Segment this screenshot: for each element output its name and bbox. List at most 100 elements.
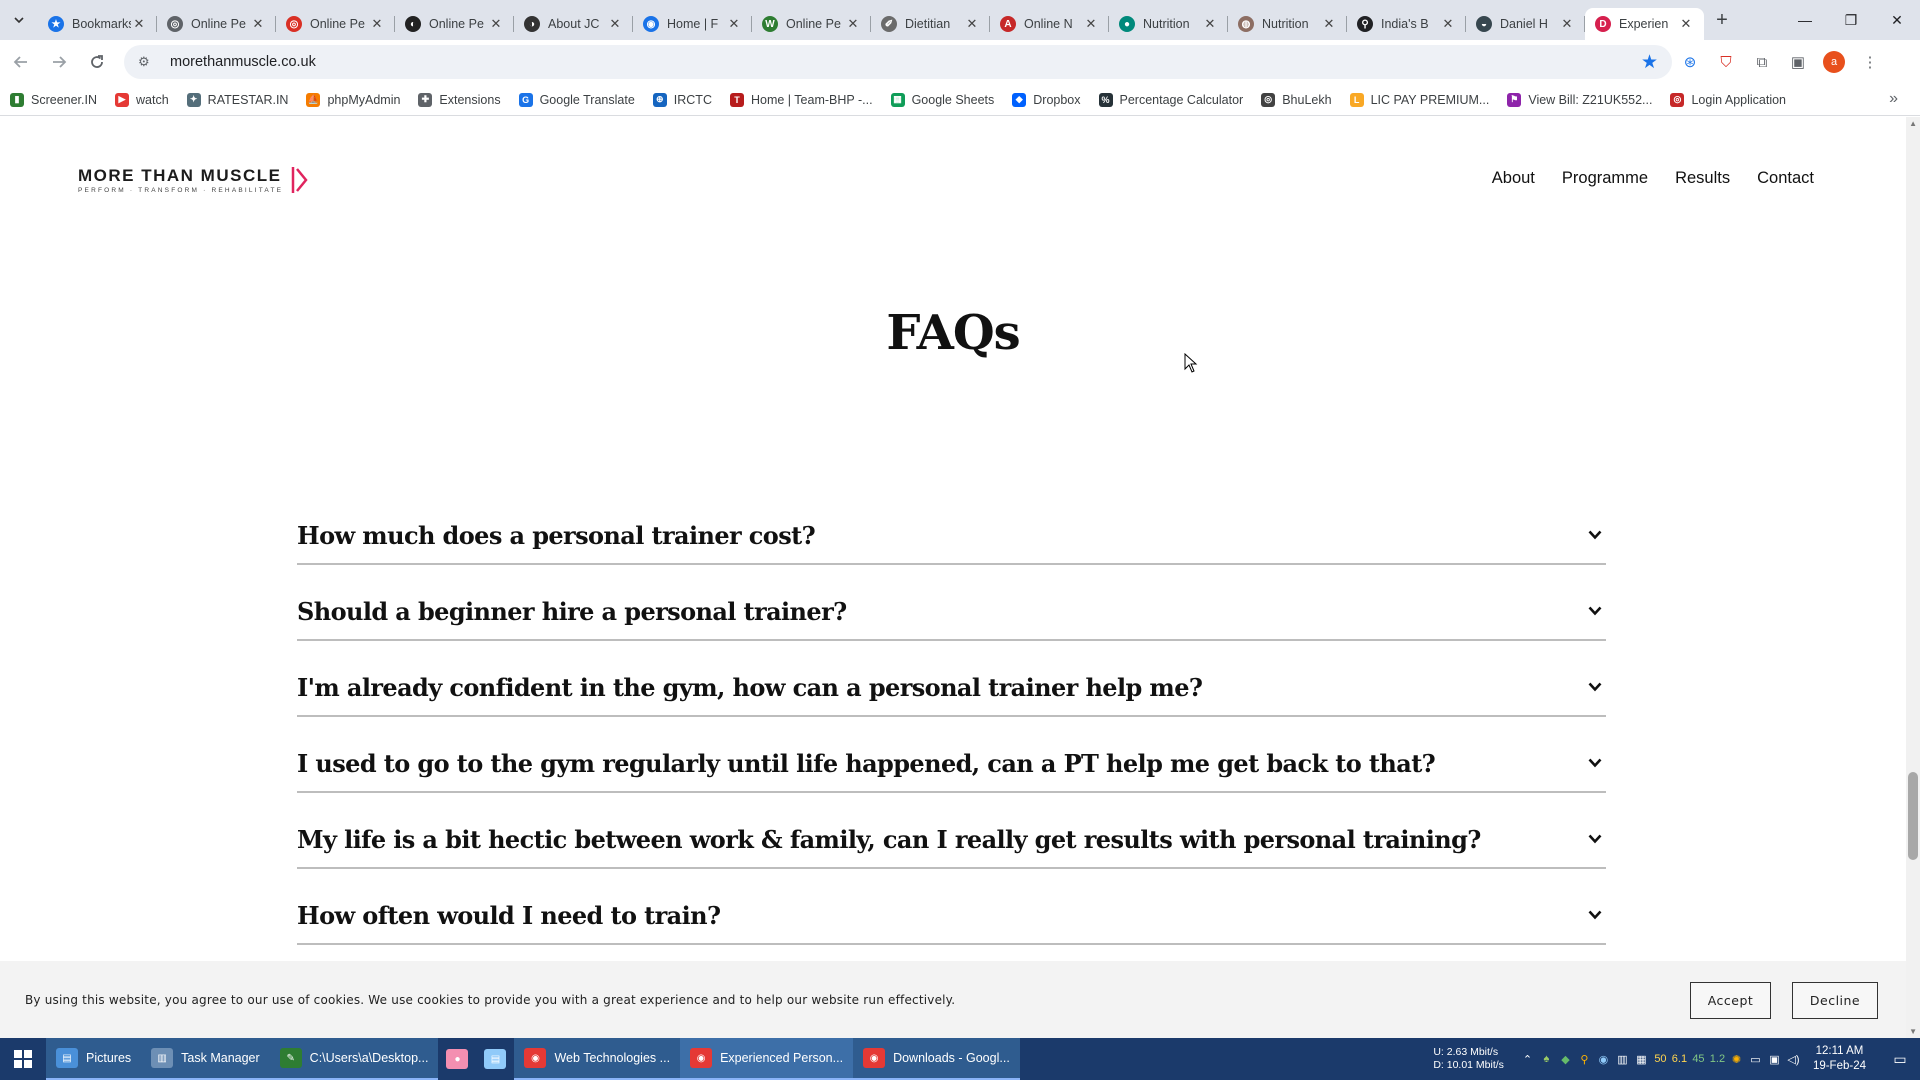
tab-close-icon[interactable]: ✕ <box>1440 16 1456 32</box>
tab[interactable]: A Online N ✕ <box>990 8 1109 40</box>
bookmark-item[interactable]: ✦ RATESTAR.IN <box>186 92 288 107</box>
tray-app-icon[interactable]: ✺ <box>1727 1053 1746 1066</box>
bookmark-item[interactable]: G Google Translate <box>518 92 635 107</box>
accept-cookies-button[interactable]: Accept <box>1690 982 1771 1019</box>
tab-close-icon[interactable]: ✕ <box>1083 16 1099 32</box>
chevron-down-icon[interactable] <box>1586 526 1604 544</box>
notifications-icon[interactable]: ▭ <box>1880 1051 1920 1068</box>
taskbar-app[interactable]: ▤ <box>476 1038 514 1080</box>
decline-cookies-button[interactable]: Decline <box>1792 982 1878 1019</box>
taskbar-app[interactable]: ▥ Task Manager <box>141 1038 270 1080</box>
nav-link-about[interactable]: About <box>1492 169 1535 188</box>
more-bookmarks-icon[interactable]: » <box>1889 90 1898 108</box>
tray-app-icon[interactable]: ♠ <box>1537 1053 1556 1066</box>
extension-vpn-icon[interactable]: ⊛ <box>1672 45 1708 79</box>
tab-close-icon[interactable]: ✕ <box>726 16 742 32</box>
tab[interactable]: ✐ Dietitian ✕ <box>871 8 990 40</box>
taskbar-app[interactable]: ● <box>438 1038 476 1080</box>
tab-search-button[interactable] <box>0 0 38 40</box>
bookmark-item[interactable]: ✚ Extensions <box>418 92 501 107</box>
tab-close-icon[interactable]: ✕ <box>1678 16 1694 32</box>
taskbar-app[interactable]: ◉ Experienced Person... <box>680 1038 854 1080</box>
tab-active[interactable]: D Experien ✕ <box>1585 8 1704 40</box>
profile-avatar[interactable]: a <box>1823 51 1845 73</box>
show-hidden-icons-icon[interactable]: ⌃ <box>1518 1053 1537 1066</box>
bookmark-item[interactable]: ⚑ View Bill: Z21UK552... <box>1507 92 1652 107</box>
taskbar-app[interactable]: ▤ Pictures <box>46 1038 142 1080</box>
start-button[interactable] <box>0 1038 46 1080</box>
tab[interactable]: ⚲ India's B ✕ <box>1347 8 1466 40</box>
minimize-button[interactable]: — <box>1782 0 1828 40</box>
reload-button[interactable] <box>80 45 114 79</box>
tab[interactable]: ● Nutrition ✕ <box>1109 8 1228 40</box>
extension-shield-icon[interactable]: ⛉ <box>1708 45 1744 79</box>
tab[interactable]: ◉ Home | F ✕ <box>633 8 752 40</box>
tab-close-icon[interactable]: ✕ <box>369 16 385 32</box>
chevron-down-icon[interactable] <box>1586 754 1604 772</box>
chevron-down-icon[interactable] <box>1586 830 1604 848</box>
scroll-down-icon[interactable]: ▼ <box>1909 1027 1917 1036</box>
site-logo[interactable]: MORE THAN MUSCLE PERFORM · TRANSFORM · R… <box>78 165 309 195</box>
clock[interactable]: 12:11 AM 19-Feb-24 <box>1813 1044 1866 1074</box>
site-info-icon[interactable]: ⚙ <box>138 54 156 70</box>
tab[interactable]: ◐ Online Pe ✕ <box>395 8 514 40</box>
restore-button[interactable]: ❐ <box>1828 0 1874 40</box>
nav-link-contact[interactable]: Contact <box>1757 169 1814 188</box>
tab[interactable]: ★ Bookmarks ✕ <box>38 8 157 40</box>
battery-icon[interactable]: ▭ <box>1746 1053 1765 1066</box>
faq-item[interactable]: My life is a bit hectic between work & f… <box>297 793 1606 869</box>
nav-link-results[interactable]: Results <box>1675 169 1730 188</box>
bookmark-item[interactable]: ▦ Google Sheets <box>890 92 994 107</box>
tab-close-icon[interactable]: ✕ <box>1559 16 1575 32</box>
new-tab-button[interactable]: + <box>1704 9 1740 32</box>
back-button[interactable] <box>4 45 38 79</box>
forward-button[interactable] <box>42 45 76 79</box>
page-scrollbar[interactable]: ▲ ▼ <box>1906 117 1920 1038</box>
tab[interactable]: ◎ Online Pe ✕ <box>276 8 395 40</box>
chevron-down-icon[interactable] <box>1586 906 1604 924</box>
tray-app-icon[interactable]: ◆ <box>1556 1053 1575 1066</box>
bookmark-item[interactable]: ◆ Dropbox <box>1012 92 1081 107</box>
tab-close-icon[interactable]: ✕ <box>607 16 623 32</box>
tab[interactable]: ◒ Daniel H ✕ <box>1466 8 1585 40</box>
bookmark-item[interactable]: % Percentage Calculator <box>1098 92 1243 107</box>
tray-app-icon[interactable]: ▦ <box>1632 1053 1651 1066</box>
chevron-down-icon[interactable] <box>1586 602 1604 620</box>
scroll-up-icon[interactable]: ▲ <box>1909 119 1917 128</box>
tab-close-icon[interactable]: ✕ <box>488 16 504 32</box>
browser-menu-icon[interactable]: ⋮ <box>1852 45 1888 79</box>
faq-item[interactable]: I used to go to the gym regularly until … <box>297 717 1606 793</box>
scrollbar-thumb[interactable] <box>1908 772 1918 860</box>
taskbar-app[interactable]: ✎ C:\Users\a\Desktop... <box>269 1038 439 1080</box>
tab[interactable]: W Online Pe ✕ <box>752 8 871 40</box>
bookmark-item[interactable]: ▮ Screener.IN <box>10 92 97 107</box>
faq-item[interactable]: I'm already confident in the gym, how ca… <box>297 641 1606 717</box>
tab[interactable]: ◑ About JC ✕ <box>514 8 633 40</box>
faq-item[interactable]: How often would I need to train? <box>297 869 1606 945</box>
address-bar[interactable]: ⚙ morethanmuscle.co.uk ★ <box>124 45 1672 79</box>
tab-close-icon[interactable]: ✕ <box>131 16 147 32</box>
bookmark-item[interactable]: L LIC PAY PREMIUM... <box>1349 92 1489 107</box>
tab-close-icon[interactable]: ✕ <box>1202 16 1218 32</box>
chevron-down-icon[interactable] <box>1586 678 1604 696</box>
tab[interactable]: ◍ Nutrition ✕ <box>1228 8 1347 40</box>
search-icon[interactable]: ⚲ <box>1575 1053 1594 1066</box>
nav-link-programme[interactable]: Programme <box>1562 169 1648 188</box>
bookmark-item[interactable]: ⛵ phpMyAdmin <box>306 92 400 107</box>
bookmark-item[interactable]: ▶ watch <box>115 92 169 107</box>
tray-app-icon[interactable]: ◉ <box>1594 1053 1613 1066</box>
tray-app-icon[interactable]: ▥ <box>1613 1053 1632 1066</box>
faq-item[interactable]: Should a beginner hire a personal traine… <box>297 565 1606 641</box>
volume-icon[interactable]: ◁) <box>1784 1053 1803 1066</box>
tab-close-icon[interactable]: ✕ <box>250 16 266 32</box>
bookmark-item[interactable]: T Home | Team-BHP -... <box>729 92 873 107</box>
tab-close-icon[interactable]: ✕ <box>964 16 980 32</box>
taskbar-app[interactable]: ◉ Web Technologies ... <box>514 1038 681 1080</box>
tab[interactable]: ◎ Online Pe ✕ <box>157 8 276 40</box>
tab-close-icon[interactable]: ✕ <box>1321 16 1337 32</box>
bookmark-item[interactable]: ⊕ IRCTC <box>652 92 712 107</box>
faq-item[interactable]: How much does a personal trainer cost? <box>297 489 1606 565</box>
tab-close-icon[interactable]: ✕ <box>845 16 861 32</box>
bookmark-item[interactable]: ◎ Login Application <box>1670 92 1786 107</box>
network-icon[interactable]: ▣ <box>1765 1053 1784 1066</box>
